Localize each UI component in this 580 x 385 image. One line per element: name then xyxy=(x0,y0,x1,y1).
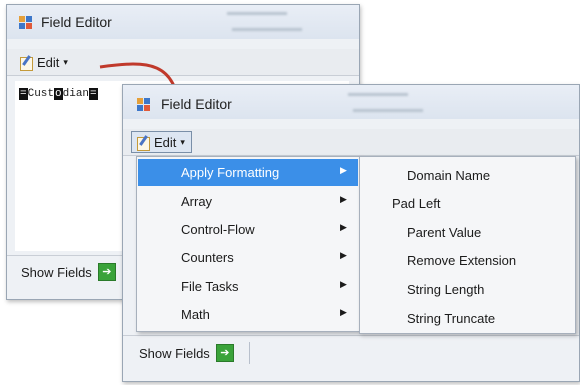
show-fields-button[interactable]: Show Fields ➔ xyxy=(139,344,234,362)
edit-label: Edit xyxy=(37,54,60,70)
window-title: Field Editor xyxy=(41,14,112,30)
submenu-item-pad-left[interactable]: Pad Left xyxy=(361,190,574,217)
menu-item-file-tasks[interactable]: File Tasks ▶ xyxy=(138,273,358,300)
toolbar-divider xyxy=(249,342,250,364)
chevron-right-icon: ▶ xyxy=(340,194,347,204)
chevron-down-icon: ▾ xyxy=(180,136,185,147)
submenu-item-string-length[interactable]: String Length xyxy=(361,276,574,303)
chevron-right-icon: ▶ xyxy=(340,250,347,260)
arrow-right-icon: ➔ xyxy=(97,263,116,281)
front-toolbar: Edit ▾ xyxy=(123,129,579,156)
edit-label: Edit xyxy=(154,134,177,150)
chevron-down-icon: ▾ xyxy=(63,56,68,67)
show-fields-button[interactable]: Show Fields ➔ xyxy=(21,263,116,281)
blurred-background-text: ▬▬▬▬▬▬▬ xyxy=(232,23,302,34)
submenu-item-label: Parent Value xyxy=(407,225,482,240)
menu-item-label: Counters xyxy=(181,250,234,265)
menu-item-label: Math xyxy=(181,307,210,322)
menu-item-math[interactable]: Math ▶ xyxy=(138,301,358,328)
field-token-open: = xyxy=(19,88,28,100)
apply-formatting-submenu: Domain Name Pad Left Parent Value Remove… xyxy=(359,156,576,334)
submenu-item-label: String Truncate xyxy=(407,311,496,326)
submenu-item-domain-name[interactable]: Domain Name xyxy=(361,162,574,189)
show-fields-label: Show Fields xyxy=(21,264,92,280)
menu-item-label: Apply Formatting xyxy=(181,165,280,180)
field-token-close: = xyxy=(89,88,98,100)
app-icon xyxy=(19,16,33,30)
menu-item-counters[interactable]: Counters ▶ xyxy=(138,244,358,271)
field-token-cursor: o xyxy=(54,88,63,100)
edit-menu-button[interactable]: Edit ▾ xyxy=(15,52,74,72)
blurred-background-text: ▬▬▬▬▬▬ xyxy=(227,7,287,18)
field-expression: =Custodian= xyxy=(19,85,98,100)
chevron-right-icon: ▶ xyxy=(340,279,347,289)
back-toolbar: Edit ▾ xyxy=(7,49,359,76)
field-token-text: Cust xyxy=(27,88,55,100)
menu-item-label: Array xyxy=(181,194,213,209)
blurred-background-text: ▬▬▬▬▬▬ xyxy=(348,88,408,99)
submenu-item-label: Domain Name xyxy=(407,168,491,183)
front-window-titlebar: Field Editor ▬▬▬▬▬▬ ▬▬▬▬▬▬▬ xyxy=(123,85,579,119)
menu-item-control-flow[interactable]: Control-Flow ▶ xyxy=(138,216,358,243)
front-statusbar: Show Fields ➔ xyxy=(123,335,579,381)
edit-icon xyxy=(136,135,150,151)
app-icon xyxy=(137,98,151,112)
blurred-background-text: ▬▬▬▬▬▬▬ xyxy=(353,104,423,115)
back-window-titlebar: Field Editor ▬▬▬▬▬▬ ▬▬▬▬▬▬▬ xyxy=(7,5,359,39)
submenu-item-parent-value[interactable]: Parent Value xyxy=(361,219,574,246)
menu-item-label: Control-Flow xyxy=(181,222,255,237)
submenu-item-label: Remove Extension xyxy=(407,253,517,268)
chevron-right-icon: ▶ xyxy=(340,222,347,232)
arrow-right-icon: ➔ xyxy=(215,344,234,362)
menu-item-apply-formatting[interactable]: Apply Formatting ▶ xyxy=(138,159,358,186)
menu-item-label: File Tasks xyxy=(181,279,239,294)
submenu-item-label: Pad Left xyxy=(392,196,441,211)
chevron-right-icon: ▶ xyxy=(340,165,347,175)
edit-icon xyxy=(19,55,33,71)
submenu-item-remove-extension[interactable]: Remove Extension xyxy=(361,247,574,274)
submenu-item-label: String Length xyxy=(407,282,485,297)
window-title: Field Editor xyxy=(161,96,232,112)
show-fields-label: Show Fields xyxy=(139,345,210,361)
edit-menu-button[interactable]: Edit ▾ xyxy=(131,131,192,153)
chevron-right-icon: ▶ xyxy=(340,307,347,317)
submenu-item-string-truncate[interactable]: String Truncate xyxy=(361,305,574,332)
menu-item-array[interactable]: Array ▶ xyxy=(138,188,358,215)
edit-dropdown-menu: Apply Formatting ▶ Array ▶ Control-Flow … xyxy=(136,156,360,332)
field-token-text: dian xyxy=(62,88,90,100)
